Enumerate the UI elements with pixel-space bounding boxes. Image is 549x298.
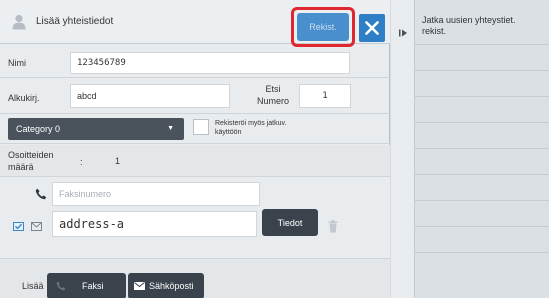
side-divider — [415, 70, 549, 71]
checkbox-checked-icon[interactable] — [13, 222, 24, 231]
side-divider — [415, 44, 549, 45]
phone-icon — [56, 281, 66, 291]
dropdown-arrow-icon: ▼ — [167, 125, 174, 132]
also-register-label: Rekisteröi myös jatkuv. käyttöön — [215, 120, 287, 136]
email-address-input[interactable]: address-a — [52, 211, 257, 237]
address-count-label: Osoitteiden määrä — [8, 150, 54, 172]
close-button[interactable] — [359, 14, 385, 42]
side-divider — [415, 148, 549, 149]
address-count-separator: : — [80, 157, 83, 167]
name-label: Nimi — [8, 58, 26, 68]
register-button[interactable]: Rekist. — [297, 13, 349, 41]
search-number-label: Etsi Numero — [256, 84, 289, 106]
side-divider — [415, 122, 549, 123]
add-email-button[interactable]: Sähköposti — [128, 273, 204, 298]
address-entry: Faksinumero address-a — [0, 177, 390, 259]
close-icon — [365, 21, 379, 35]
initial-input[interactable]: abcd — [70, 84, 230, 108]
initial-row: Alkukirj. abcd Etsi Numero 1 — [0, 78, 390, 114]
details-button[interactable]: Tiedot — [262, 209, 318, 236]
side-panel-toggle[interactable] — [391, 0, 415, 298]
search-number-input[interactable]: 1 — [299, 84, 351, 108]
add-label: Lisää — [22, 281, 44, 291]
add-fax-label: Faksi — [82, 281, 104, 291]
envelope-icon — [31, 222, 42, 231]
address-count-row: Osoitteiden määrä : 1 — [0, 145, 390, 177]
phone-icon — [35, 188, 47, 200]
add-fax-button[interactable]: Faksi — [47, 273, 126, 298]
fax-number-input[interactable]: Faksinumero — [52, 182, 260, 206]
side-divider — [415, 174, 549, 175]
envelope-icon — [134, 282, 145, 290]
category-select[interactable]: Category 0 ▼ — [8, 118, 184, 140]
side-divider — [415, 96, 549, 97]
name-input[interactable]: 123456789 — [70, 52, 350, 74]
initial-label: Alkukirj. — [8, 93, 40, 103]
play-arrow-icon — [399, 29, 407, 37]
category-value: Category 0 — [16, 124, 61, 134]
page-title: Lisää yhteistiedot — [36, 16, 114, 27]
also-register-checkbox[interactable] — [193, 119, 209, 135]
add-email-label: Sähköposti — [149, 281, 194, 291]
trash-icon[interactable] — [328, 220, 338, 233]
address-count-value: 1 — [115, 156, 121, 166]
side-divider — [415, 226, 549, 227]
continue-register-label[interactable]: Jatka uusien yhteystiet. rekist. — [422, 15, 532, 37]
name-row: Nimi 123456789 — [0, 44, 390, 78]
user-icon — [12, 14, 26, 30]
side-divider — [415, 200, 549, 201]
side-divider — [415, 252, 549, 253]
